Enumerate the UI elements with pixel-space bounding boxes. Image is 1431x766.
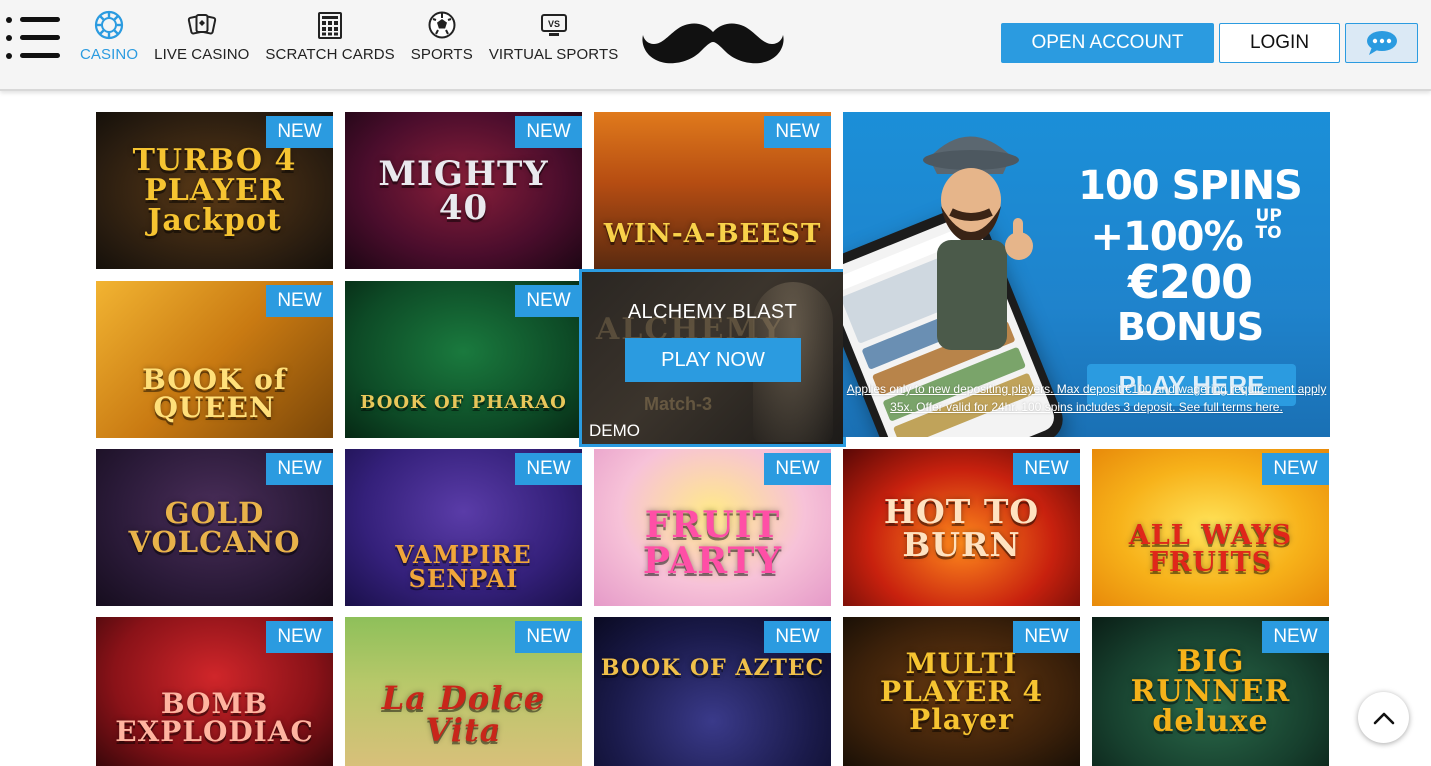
game-tile[interactable]: MIGHTY 40 NEW bbox=[345, 112, 582, 269]
game-tile[interactable]: TURBO 4 PLAYER Jackpot NEW bbox=[96, 112, 333, 269]
nav-label: CASINO bbox=[80, 46, 139, 63]
main-nav: CASINO LIVE CASINO SCRATCH CARDS SPORTS … bbox=[72, 10, 626, 70]
new-badge: NEW bbox=[764, 621, 831, 653]
game-title: BOOK OF AZTEC bbox=[600, 654, 825, 681]
new-badge: NEW bbox=[266, 116, 333, 148]
promo-upto: UP TO bbox=[1255, 206, 1282, 243]
promo-line: €200 bbox=[1127, 255, 1253, 309]
virtual-sports-icon: VS bbox=[540, 14, 567, 36]
new-badge: NEW bbox=[1013, 621, 1080, 653]
game-tile[interactable]: BOMB EXPLODIAC NEW bbox=[96, 617, 333, 766]
new-badge: NEW bbox=[515, 621, 582, 653]
nav-label: LIVE CASINO bbox=[154, 46, 250, 63]
chat-button[interactable] bbox=[1345, 23, 1418, 63]
game-title: FRUIT PARTY bbox=[642, 504, 783, 583]
nav-item-live-casino[interactable]: LIVE CASINO bbox=[146, 10, 257, 70]
new-badge: NEW bbox=[1013, 453, 1080, 485]
game-tile[interactable]: BIG RUNNER deluxe NEW bbox=[1092, 617, 1329, 766]
game-tile[interactable]: HOT TO BURN NEW bbox=[843, 449, 1080, 606]
game-title: BOOK OF PHARAO bbox=[360, 392, 567, 414]
game-art: Match-3 bbox=[644, 394, 713, 414]
game-tile[interactable]: VAMPIRE SENPAI NEW bbox=[345, 449, 582, 606]
game-title: La Dolce Vita bbox=[381, 678, 546, 749]
game-title: MIGHTY 40 bbox=[378, 153, 549, 228]
game-tile[interactable]: GOLD VOLCANO NEW bbox=[96, 449, 333, 606]
play-now-button[interactable]: PLAY NOW bbox=[625, 338, 801, 382]
game-title: BOMB EXPLODIAC bbox=[115, 687, 314, 749]
new-badge: NEW bbox=[266, 453, 333, 485]
new-badge: NEW bbox=[266, 285, 333, 317]
game-tile[interactable]: FRUIT PARTY NEW bbox=[594, 449, 831, 606]
mustache-logo[interactable] bbox=[640, 18, 786, 70]
new-badge: NEW bbox=[515, 285, 582, 317]
promo-percent: +100% bbox=[1090, 214, 1243, 260]
nav-label: VIRTUAL SPORTS bbox=[488, 46, 619, 63]
new-badge: NEW bbox=[1262, 621, 1329, 653]
new-badge: NEW bbox=[1262, 453, 1329, 485]
soccer-ball-icon bbox=[428, 11, 456, 39]
promo-line: +100% UP TO bbox=[1065, 206, 1315, 260]
game-title: VAMPIRE SENPAI bbox=[395, 539, 532, 593]
casino-chip-icon bbox=[94, 10, 124, 40]
game-tile[interactable]: BOOK OF AZTEC NEW bbox=[594, 617, 831, 766]
chat-bubble-icon bbox=[1366, 31, 1397, 55]
game-tile[interactable]: WIN-A-BEEST NEW bbox=[594, 112, 831, 269]
game-title: BIG RUNNER deluxe bbox=[1130, 643, 1291, 739]
promo-terms-link[interactable]: Applies only to new depositing players. … bbox=[843, 380, 1330, 416]
game-tile[interactable]: BOOK of QUEEN NEW bbox=[96, 281, 333, 438]
game-title: ALL WAYS FRUITS bbox=[1128, 520, 1293, 579]
nav-label: SCRATCH CARDS bbox=[265, 46, 395, 63]
nav-item-virtual-sports[interactable]: VS VIRTUAL SPORTS bbox=[481, 10, 627, 70]
game-tile[interactable]: La Dolce Vita NEW bbox=[345, 617, 582, 766]
scroll-to-top-button[interactable] bbox=[1358, 692, 1409, 743]
new-badge: NEW bbox=[266, 621, 333, 653]
new-badge: NEW bbox=[515, 116, 582, 148]
live-casino-cards-icon bbox=[187, 14, 216, 35]
nav-item-scratch-cards[interactable]: SCRATCH CARDS bbox=[257, 10, 402, 70]
demo-link[interactable]: DEMO bbox=[589, 421, 640, 441]
new-badge: NEW bbox=[515, 453, 582, 485]
promo-line: 100 SPINS bbox=[1078, 163, 1303, 209]
game-tile[interactable]: MULTI PLAYER 4 Player NEW bbox=[843, 617, 1080, 766]
hamburger-menu-icon[interactable] bbox=[6, 14, 62, 62]
game-title: ALCHEMY BLAST bbox=[627, 301, 798, 323]
promo-line: BONUS bbox=[1116, 305, 1264, 349]
mascot-illustration bbox=[923, 136, 1033, 350]
nav-item-sports[interactable]: SPORTS bbox=[403, 10, 481, 70]
game-title: TURBO 4 PLAYER Jackpot bbox=[132, 142, 297, 238]
new-badge: NEW bbox=[764, 453, 831, 485]
promo-headline: 100 SPINS +100% UP TO €200 BONUS bbox=[1065, 164, 1315, 349]
site-header: CASINO LIVE CASINO SCRATCH CARDS SPORTS … bbox=[0, 0, 1431, 91]
login-button[interactable]: LOGIN bbox=[1219, 23, 1340, 63]
game-tile[interactable]: ALL WAYS FRUITS NEW bbox=[1092, 449, 1329, 606]
game-title: GOLD VOLCANO bbox=[128, 495, 301, 559]
nav-item-casino[interactable]: CASINO bbox=[72, 10, 146, 70]
svg-text:VS: VS bbox=[548, 19, 560, 29]
nav-label: SPORTS bbox=[410, 46, 473, 63]
chevron-up-icon bbox=[1373, 712, 1394, 724]
game-title: HOT TO BURN bbox=[883, 491, 1040, 564]
promo-banner[interactable]: 100 SPINS +100% UP TO €200 BONUS PLAY HE… bbox=[843, 112, 1330, 437]
game-tile-hovered[interactable]: ALCHEMY Match-3 ALCHEMY BLAST PLAY NOW D… bbox=[579, 269, 846, 447]
game-title: WIN-A-BEEST bbox=[603, 219, 822, 250]
scratch-card-icon bbox=[318, 12, 343, 39]
open-account-button[interactable]: OPEN ACCOUNT bbox=[1001, 23, 1214, 63]
new-badge: NEW bbox=[764, 116, 831, 148]
game-tile[interactable]: BOOK OF PHARAO NEW bbox=[345, 281, 582, 438]
game-title: MULTI PLAYER 4 Player bbox=[880, 646, 1043, 736]
game-title: BOOK of QUEEN bbox=[142, 363, 287, 425]
